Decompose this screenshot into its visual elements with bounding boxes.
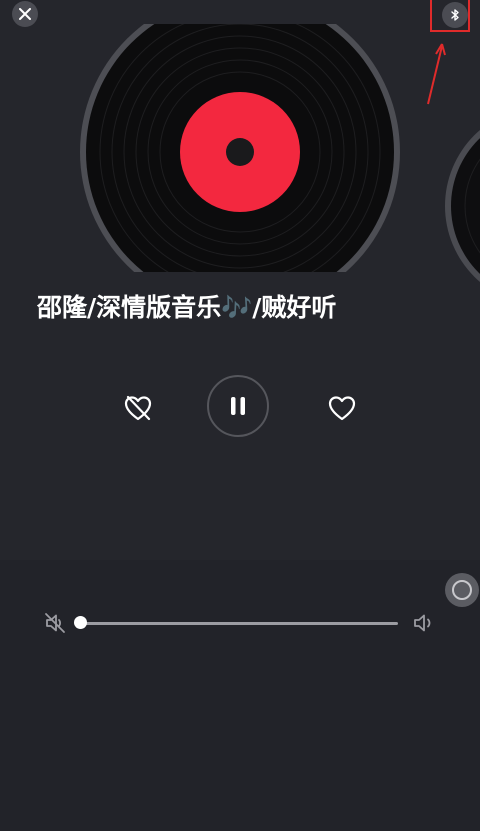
floating-assist-icon xyxy=(452,580,472,600)
pause-button[interactable] xyxy=(207,375,269,437)
volume-slider-track[interactable] xyxy=(80,622,398,625)
floating-assist-button[interactable] xyxy=(445,573,479,607)
close-icon xyxy=(19,8,31,20)
annotation-arrow xyxy=(427,43,446,105)
heart-icon xyxy=(328,396,356,421)
next-record xyxy=(445,130,480,282)
volume-icon[interactable] xyxy=(412,612,438,634)
vinyl-record xyxy=(80,24,400,272)
volume-mute-icon[interactable] xyxy=(44,612,68,634)
song-title: 邵隆/深情版音乐🎶/贼好听 xyxy=(37,293,337,322)
like-button[interactable] xyxy=(322,388,362,428)
heart-broken-icon xyxy=(124,395,152,421)
annotation-box xyxy=(430,0,470,32)
pause-icon xyxy=(231,397,245,415)
close-button[interactable] xyxy=(12,1,38,27)
bottom-panel xyxy=(0,560,480,831)
volume-slider-thumb[interactable] xyxy=(73,616,87,629)
dislike-button[interactable] xyxy=(118,388,158,428)
